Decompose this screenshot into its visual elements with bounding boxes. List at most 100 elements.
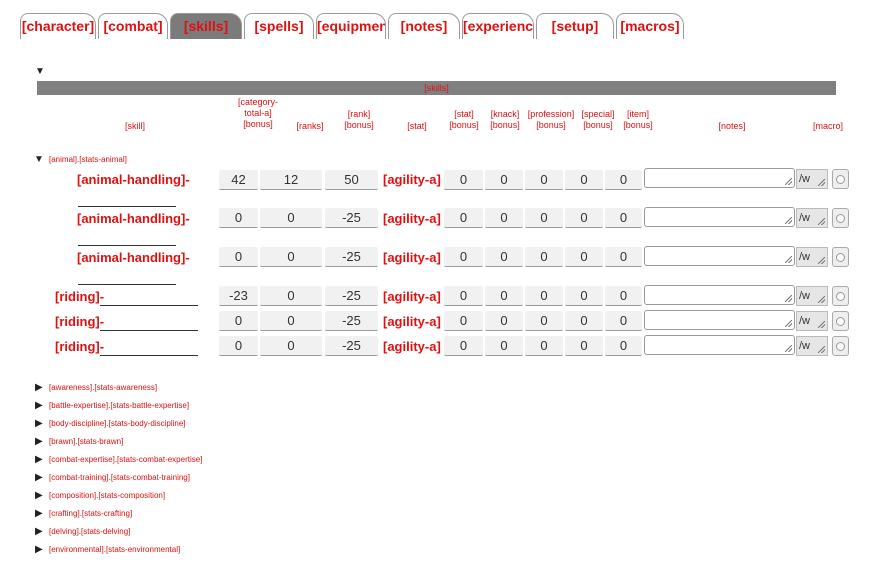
item-bonus-value[interactable]: 0	[605, 286, 642, 306]
stat-bonus-value[interactable]: 0	[444, 311, 483, 331]
knack-bonus-value[interactable]: 0	[485, 170, 523, 190]
knack-bonus-value[interactable]: 0	[485, 311, 523, 331]
resize-grip-icon[interactable]	[818, 179, 825, 186]
notes-field[interactable]	[644, 168, 795, 188]
tab-macros[interactable]: [macros]	[616, 13, 684, 39]
item-bonus-value[interactable]: 0	[605, 247, 642, 267]
roll-button[interactable]	[832, 286, 849, 306]
special-bonus-value[interactable]: 0	[565, 336, 603, 356]
item-bonus-value[interactable]: 0	[605, 208, 642, 228]
profession-bonus-value[interactable]: 0	[525, 208, 563, 228]
group-delving-label[interactable]: [delving].[stats-delving]	[49, 527, 130, 537]
category-bonus-value[interactable]: 0	[219, 208, 258, 228]
group-crafting-label[interactable]: [crafting].[stats-crafting]	[49, 509, 132, 519]
rank-bonus-value[interactable]: -25	[325, 208, 378, 228]
category-bonus-value[interactable]: 0	[219, 247, 258, 267]
ranks-value[interactable]: 0	[260, 208, 322, 228]
knack-bonus-value[interactable]: 0	[485, 208, 523, 228]
special-bonus-value[interactable]: 0	[565, 286, 603, 306]
rank-bonus-value[interactable]: 50	[325, 170, 378, 190]
roll-button[interactable]	[832, 336, 849, 356]
knack-bonus-value[interactable]: 0	[485, 247, 523, 267]
notes-field[interactable]	[644, 207, 795, 227]
expand-arrow-icon[interactable]: ▶	[35, 455, 43, 465]
expand-arrow-icon[interactable]: ▶	[35, 401, 43, 411]
expand-arrow-icon[interactable]: ▶	[35, 545, 43, 555]
notes-field[interactable]	[644, 285, 795, 305]
ranks-value[interactable]: 0	[260, 286, 322, 306]
macro-field[interactable]: /w	[796, 247, 828, 267]
category-bonus-value[interactable]: 0	[219, 336, 258, 356]
expand-arrow-icon[interactable]: ▶	[35, 491, 43, 501]
item-bonus-value[interactable]: 0	[605, 170, 642, 190]
resize-grip-icon[interactable]	[818, 218, 825, 225]
expand-arrow-icon[interactable]: ▶	[35, 509, 43, 519]
skill-specialization-field[interactable]	[78, 284, 176, 285]
category-bonus-value[interactable]: -23	[219, 286, 258, 306]
macro-field[interactable]: /w	[796, 336, 828, 356]
group-composition-label[interactable]: [composition].[stats-composition]	[49, 491, 165, 501]
macro-field[interactable]: /w	[796, 208, 828, 228]
rank-bonus-value[interactable]: -25	[325, 286, 378, 306]
rank-bonus-value[interactable]: -25	[325, 336, 378, 356]
skill-specialization-field[interactable]	[78, 206, 176, 207]
notes-field[interactable]	[644, 246, 795, 266]
roll-button[interactable]	[832, 208, 849, 228]
skill-specialization-field[interactable]	[100, 355, 198, 356]
tab-combat[interactable]: [combat]	[98, 13, 168, 39]
stat-bonus-value[interactable]: 0	[444, 247, 483, 267]
group-combat-expertise-label[interactable]: [combat-expertise].[stats-combat-experti…	[49, 455, 202, 465]
tab-character[interactable]: [character]	[20, 13, 96, 39]
ranks-value[interactable]: 0	[260, 336, 322, 356]
profession-bonus-value[interactable]: 0	[525, 336, 563, 356]
resize-grip-icon[interactable]	[818, 321, 825, 328]
roll-button[interactable]	[832, 311, 849, 331]
group-awareness-label[interactable]: [awareness].[stats-awareness]	[49, 383, 157, 393]
resize-grip-icon[interactable]	[785, 178, 792, 185]
stat-bonus-value[interactable]: 0	[444, 336, 483, 356]
expand-arrow-icon[interactable]: ▶	[35, 473, 43, 483]
macro-field[interactable]: /w	[796, 169, 828, 189]
tab-skills[interactable]: [skills]	[170, 13, 242, 39]
rank-bonus-value[interactable]: -25	[325, 247, 378, 267]
resize-grip-icon[interactable]	[785, 320, 792, 327]
skill-specialization-field[interactable]	[100, 330, 198, 331]
stat-bonus-value[interactable]: 0	[444, 208, 483, 228]
tab-setup[interactable]: [setup]	[536, 13, 614, 39]
stat-bonus-value[interactable]: 0	[444, 286, 483, 306]
special-bonus-value[interactable]: 0	[565, 247, 603, 267]
group-brawn-label[interactable]: [brawn].[stats-brawn]	[49, 437, 123, 447]
macro-field[interactable]: /w	[796, 286, 828, 306]
special-bonus-value[interactable]: 0	[565, 311, 603, 331]
notes-field[interactable]	[644, 310, 795, 330]
expand-arrow-icon[interactable]: ▶	[35, 419, 43, 429]
group-animal-collapse-icon[interactable]: ▼	[34, 155, 44, 165]
macro-field[interactable]: /w	[796, 311, 828, 331]
category-bonus-value[interactable]: 42	[219, 170, 258, 190]
tab-equipment[interactable]: [equipment]	[316, 13, 386, 39]
ranks-value[interactable]: 12	[260, 170, 322, 190]
item-bonus-value[interactable]: 0	[605, 311, 642, 331]
ranks-value[interactable]: 0	[260, 311, 322, 331]
resize-grip-icon[interactable]	[785, 345, 792, 352]
knack-bonus-value[interactable]: 0	[485, 336, 523, 356]
tab-notes[interactable]: [notes]	[388, 13, 460, 39]
resize-grip-icon[interactable]	[785, 217, 792, 224]
expand-arrow-icon[interactable]: ▶	[35, 437, 43, 447]
resize-grip-icon[interactable]	[818, 346, 825, 353]
resize-grip-icon[interactable]	[818, 296, 825, 303]
item-bonus-value[interactable]: 0	[605, 336, 642, 356]
special-bonus-value[interactable]: 0	[565, 208, 603, 228]
skill-specialization-field[interactable]	[100, 305, 198, 306]
rank-bonus-value[interactable]: -25	[325, 311, 378, 331]
roll-button[interactable]	[832, 169, 849, 189]
expand-arrow-icon[interactable]: ▶	[35, 383, 43, 393]
profession-bonus-value[interactable]: 0	[525, 286, 563, 306]
group-battle-expertise-label[interactable]: [battle-expertise].[stats-battle-experti…	[49, 401, 189, 411]
skill-specialization-field[interactable]	[78, 245, 176, 246]
category-bonus-value[interactable]: 0	[219, 311, 258, 331]
resize-grip-icon[interactable]	[785, 256, 792, 263]
profession-bonus-value[interactable]: 0	[525, 170, 563, 190]
group-environmental-label[interactable]: [environmental].[stats-environmental]	[49, 545, 180, 555]
profession-bonus-value[interactable]: 0	[525, 247, 563, 267]
